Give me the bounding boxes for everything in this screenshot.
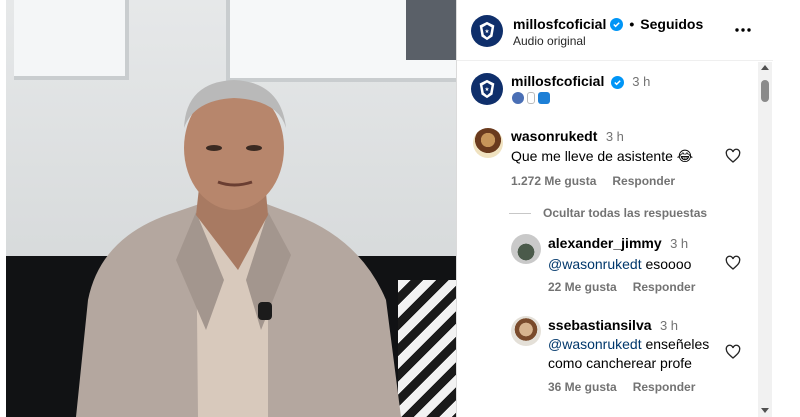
reply-avatar[interactable] bbox=[511, 316, 541, 346]
reply-button[interactable]: Responder bbox=[633, 280, 696, 294]
comments-scroll-area[interactable]: ★ millosfcoficial 3 h wasonrukedt 3 h Qu… bbox=[457, 62, 773, 417]
header-user-line: millosfcoficial • Seguidos bbox=[513, 16, 703, 32]
commenter-avatar[interactable] bbox=[473, 128, 503, 158]
comment-likes[interactable]: 1.272 Me gusta bbox=[511, 174, 596, 188]
verified-badge-icon bbox=[610, 76, 624, 89]
reply-time: 3 h bbox=[670, 236, 689, 251]
header-username[interactable]: millosfcoficial bbox=[513, 16, 606, 32]
reply-text: @wasonrukedt esoooo bbox=[548, 254, 718, 274]
reply-button[interactable]: Responder bbox=[612, 174, 675, 188]
video-person bbox=[76, 80, 401, 417]
reply-mention[interactable]: @wasonrukedt bbox=[548, 336, 642, 352]
verified-badge-icon bbox=[610, 17, 624, 31]
reply-avatar[interactable] bbox=[511, 234, 541, 264]
m-emoji-icon bbox=[538, 92, 550, 104]
reply-time: 3 h bbox=[659, 318, 679, 333]
scroll-up-arrow-icon[interactable] bbox=[761, 65, 769, 70]
caption-username[interactable]: millosfcoficial bbox=[511, 73, 604, 89]
header-separator: • bbox=[629, 16, 635, 32]
scroll-down-arrow-icon[interactable] bbox=[761, 408, 769, 413]
comment-time: 3 h bbox=[605, 129, 624, 144]
reply-text-line2: como cancherear profe bbox=[548, 355, 692, 371]
post-side-panel: ★ millosfcoficial • Seguidos Audio origi… bbox=[456, 0, 773, 417]
comments-scrollbar[interactable] bbox=[758, 62, 772, 417]
reply-likes[interactable]: 36 Me gusta bbox=[548, 380, 617, 394]
hide-replies-line bbox=[509, 212, 531, 214]
caption-emoji-row bbox=[512, 92, 550, 104]
scrollbar-thumb[interactable] bbox=[761, 80, 769, 102]
microphone-emoji-icon bbox=[527, 92, 535, 104]
profile-avatar[interactable]: ★ bbox=[471, 15, 503, 47]
heart-outline-icon[interactable] bbox=[725, 344, 741, 360]
reply-mention[interactable]: @wasonrukedt bbox=[548, 256, 642, 272]
svg-text:★: ★ bbox=[485, 87, 490, 93]
following-button[interactable]: Seguidos bbox=[640, 16, 703, 32]
video-player[interactable] bbox=[6, 0, 456, 417]
comment-username[interactable]: wasonrukedt bbox=[511, 128, 597, 144]
reply-username[interactable]: alexander_jimmy bbox=[548, 235, 662, 251]
globe-emoji-icon bbox=[512, 92, 524, 104]
club-crest-icon: ★ bbox=[479, 79, 495, 99]
post-header: ★ millosfcoficial • Seguidos Audio origi… bbox=[457, 0, 773, 61]
reply-button[interactable]: Responder bbox=[633, 380, 696, 394]
reply-meta: 22 Me gusta Responder bbox=[548, 280, 773, 294]
svg-text:★: ★ bbox=[485, 29, 490, 35]
club-crest-icon: ★ bbox=[479, 21, 495, 41]
caption-header: millosfcoficial 3 h bbox=[511, 73, 773, 91]
heart-outline-icon[interactable] bbox=[725, 148, 741, 164]
audio-link[interactable]: Audio original bbox=[513, 34, 586, 48]
comment-meta: 1.272 Me gusta Responder bbox=[511, 174, 773, 188]
caption-time: 3 h bbox=[632, 74, 651, 89]
reply-header: ssebastiansilva 3 h bbox=[548, 317, 773, 335]
heart-outline-icon[interactable] bbox=[725, 255, 741, 271]
reply-text: @wasonrukedt enseñeles bbox=[548, 334, 718, 354]
reply-meta: 36 Me gusta Responder bbox=[548, 380, 773, 394]
comment-header: wasonrukedt 3 h bbox=[511, 128, 773, 146]
reply-username[interactable]: ssebastiansilva bbox=[548, 317, 652, 333]
hide-replies-button[interactable]: Ocultar todas las respuestas bbox=[509, 206, 707, 220]
more-options-icon[interactable] bbox=[731, 18, 755, 42]
reply-header: alexander_jimmy 3 h bbox=[548, 235, 773, 253]
hide-replies-label: Ocultar todas las respuestas bbox=[543, 206, 708, 220]
comment-text: Que me lleve de asistente 😂 bbox=[511, 148, 694, 164]
reply-likes[interactable]: 22 Me gusta bbox=[548, 280, 617, 294]
reply-body: enseñeles bbox=[641, 336, 710, 352]
reply-body: esoooo bbox=[641, 256, 692, 272]
caption-avatar[interactable]: ★ bbox=[471, 73, 503, 105]
